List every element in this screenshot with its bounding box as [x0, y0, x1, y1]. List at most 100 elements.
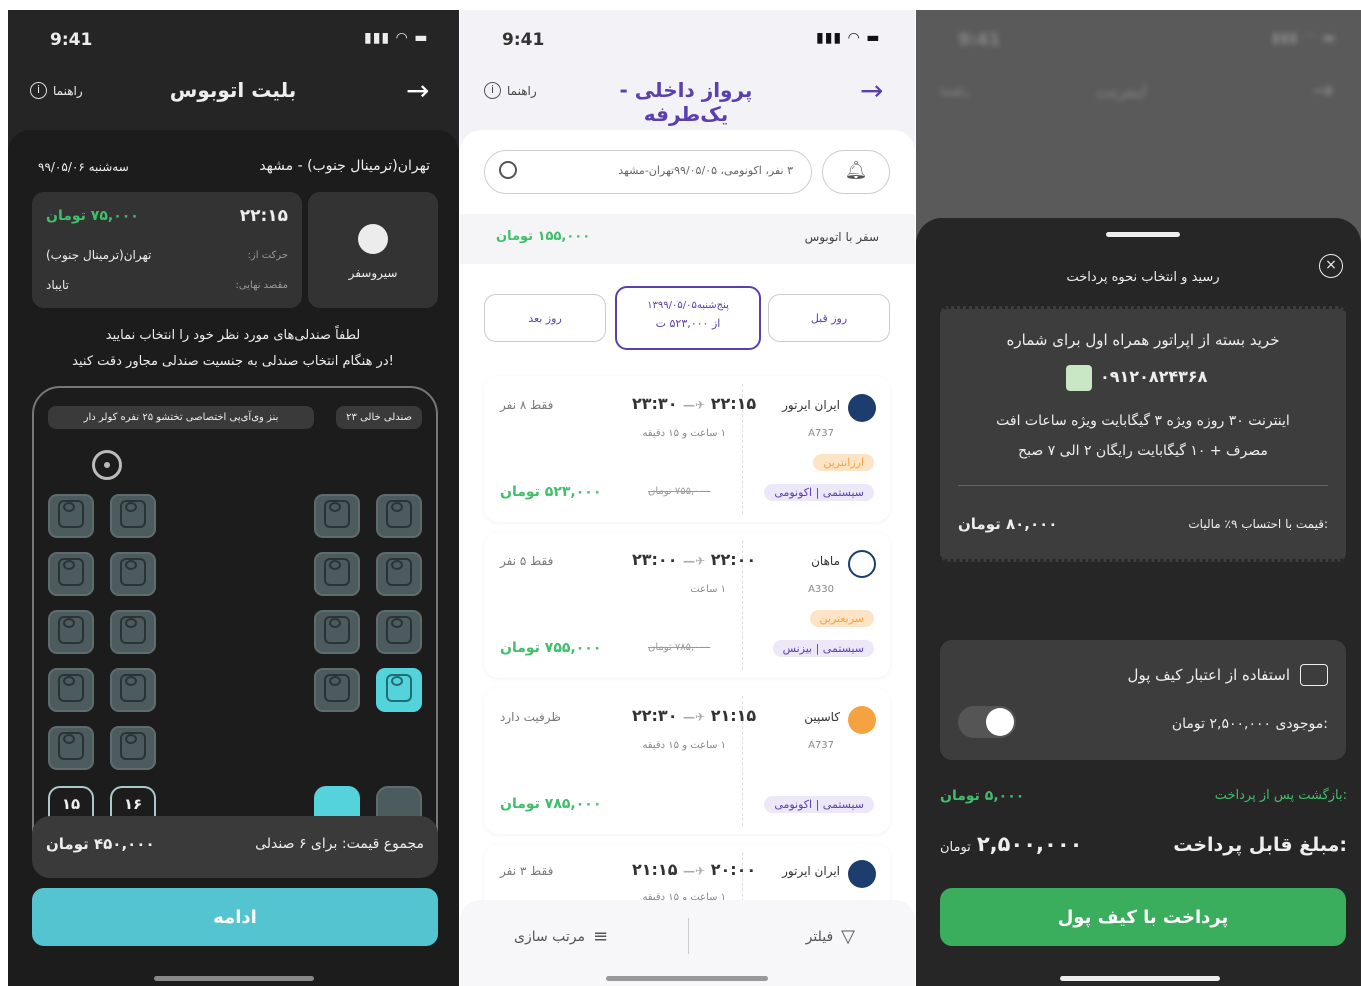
cashback-label: :بازگشت پس از پرداخت	[1214, 788, 1347, 803]
wallet-toggle[interactable]	[958, 706, 1016, 738]
instruction-1: لطفاً صندلی‌های مورد نظر خود را انتخاب ن…	[105, 328, 361, 343]
depart-time: ۲۲:۱۵	[239, 206, 288, 226]
airline-name: کاسپین	[804, 710, 840, 724]
bus-promo[interactable]: سفر با اتوبوس ۱۵۵,۰۰۰ تومان	[460, 214, 915, 264]
seat[interactable]	[314, 494, 360, 538]
operator-logo-icon	[1066, 365, 1092, 391]
seat[interactable]	[376, 494, 422, 538]
from-value: تهران(ترمینال جنوب)	[46, 248, 152, 262]
plane-model: A737	[808, 428, 834, 439]
filter-icon: ▽	[841, 926, 855, 947]
company-logo-icon	[358, 224, 388, 254]
flight-results-screen: 9:41 ▮▮▮ ◠ ▬ i راهنما پرواز داخلی - یک‌ط…	[460, 10, 915, 986]
trip-info-card: ۲۲:۱۵ ۷۵,۰۰۰ تومان حرکت از: تهران(ترمینا…	[32, 192, 302, 308]
flight-price: ۵۲۳,۰۰۰ تومان	[500, 484, 602, 500]
seat[interactable]	[314, 668, 360, 712]
page-title: اینترنت	[1096, 82, 1147, 102]
seat[interactable]	[48, 494, 94, 538]
seat[interactable]	[48, 726, 94, 770]
flight-times: ۲۱:۱۵ —✈ ۲۰:۰۰	[632, 860, 757, 879]
plane-model: A330	[808, 584, 834, 595]
airline-name: ایران ایرتور	[782, 398, 840, 412]
flight-price: ۷۸۵,۰۰۰ تومان	[500, 796, 602, 812]
sort-button[interactable]: ≡ مرتب سازی	[514, 926, 608, 947]
bus-ticket-screen: 9:41 ▮▮▮ ◠ ▬ i راهنما بلیت اتوبوس → تهرا…	[8, 10, 459, 986]
bus-price: ۷۵,۰۰۰ تومان	[46, 208, 139, 224]
seat[interactable]	[110, 726, 156, 770]
tax-label: :قیمت با احتساب ۹٪ مالیات	[1188, 517, 1328, 531]
flight-card[interactable]: ایران ایرتور A737 ارزانترین سیستمی | اکو…	[484, 376, 890, 522]
sheet-handle	[1106, 232, 1180, 237]
instruction-2: !در هنگام انتخاب صندلی به جنسیت صندلی مج…	[72, 354, 394, 369]
continue-button[interactable]: ادامه	[32, 888, 438, 946]
trip-date: سه‌شنبه ۹۹/۰۵/۰۶	[38, 160, 129, 174]
back-arrow-icon[interactable]: →	[860, 74, 883, 107]
seat-selected[interactable]	[314, 786, 360, 820]
status-icons: ▮▮▮ ◠ ▬	[364, 30, 429, 46]
receipt-card: خرید بسته از اپراتور همراه اول برای شمار…	[940, 306, 1346, 562]
home-indicator	[606, 976, 768, 981]
class-badge: سیستمی | بیزنس	[772, 640, 874, 657]
seat[interactable]	[110, 494, 156, 538]
help-link[interactable]: i راهنما	[30, 82, 83, 99]
info-icon: i	[30, 82, 47, 99]
total-label: مجموع قیمت: برای ۶ صندلی	[255, 836, 424, 852]
flight-duration: ۱ ساعت	[690, 584, 726, 595]
search-box[interactable]: ۳ نفر، اکونومی، ۹۹/۰۵/۰۵تهران-مشهد	[484, 150, 812, 194]
payable-label: :مبلغ قابل پرداخت	[1173, 834, 1347, 856]
wallet-icon	[1300, 664, 1328, 686]
seat[interactable]	[314, 610, 360, 654]
class-badge: سیستمی | اکونومی	[764, 484, 874, 501]
seat[interactable]	[110, 552, 156, 596]
seat[interactable]	[376, 552, 422, 596]
seat[interactable]	[376, 610, 422, 654]
plane-icon: —✈	[683, 398, 706, 412]
search-input[interactable]: ۳ نفر، اکونومی، ۹۹/۰۵/۰۵تهران-مشهد	[533, 164, 793, 177]
page-title: بلیت اتوبوس	[169, 78, 297, 102]
filter-button[interactable]: ▽ فیلتر	[806, 926, 855, 947]
company-name: سیروسفر	[348, 266, 398, 280]
cheapest-badge: ارزانترین	[813, 454, 874, 471]
airline-name: ایران ایرتور	[782, 864, 840, 878]
pay-with-wallet-button[interactable]: پرداخت با کیف پول	[940, 888, 1346, 946]
seat-15[interactable]: ۱۵	[48, 786, 94, 820]
seats-left: فقط ۳ نفر	[500, 864, 554, 878]
bottom-bar: ▽ فیلتر ≡ مرتب سازی	[460, 900, 915, 986]
old-price: ۷۸۵,۰۰۰ تومان	[648, 642, 711, 653]
help-link[interactable]: i راهنما	[484, 82, 537, 99]
class-badge: سیستمی | اکونومی	[764, 796, 874, 813]
from-label: حرکت از:	[247, 250, 288, 261]
next-day-button[interactable]: روز بعد	[484, 294, 606, 342]
seat-16[interactable]: ۱۶	[110, 786, 156, 820]
airline-logo-icon	[848, 860, 876, 888]
bus-promo-price: ۱۵۵,۰۰۰ تومان	[496, 229, 591, 244]
seat[interactable]	[48, 610, 94, 654]
wallet-option: استفاده از اعتبار کیف پول	[1128, 664, 1328, 686]
flight-duration: ۱ ساعت و ۱۵ دقیقه	[642, 740, 726, 751]
current-day-button[interactable]: پنج‌شنبه۱۳۹۹/۰۵/۰۵ از ۵۲۳,۰۰۰ ت	[615, 286, 761, 350]
status-time: 9:41	[50, 30, 93, 50]
seat[interactable]	[110, 668, 156, 712]
seat[interactable]	[314, 552, 360, 596]
flight-times: ۲۳:۰۰ —✈ ۲۲:۰۰	[632, 550, 757, 569]
payment-screen: 9:41 ▮▮▮ ◠ ▬ راهنما اینترنت → × رسید و ا…	[916, 10, 1361, 986]
flight-card[interactable]: کاسپین A737 سیستمی | اکونومی ۲۲:۳۰ —✈ ۲۱…	[484, 688, 890, 834]
seat[interactable]	[376, 786, 422, 820]
info-icon: i	[484, 82, 501, 99]
back-arrow-icon[interactable]: →	[406, 74, 429, 107]
previous-day-button[interactable]: روز قبل	[768, 294, 890, 342]
status-icons: ▮▮▮ ◠ ▬	[1272, 30, 1337, 46]
seat-selected[interactable]	[376, 668, 422, 712]
bell-icon[interactable]: 🔔︎	[822, 150, 890, 194]
seat[interactable]	[48, 668, 94, 712]
seat[interactable]	[48, 552, 94, 596]
company-card: سیروسفر	[308, 192, 438, 308]
payable-amount: تومان ۲,۵۰۰,۰۰۰	[940, 832, 1083, 856]
close-icon[interactable]: ×	[1319, 254, 1343, 278]
seat[interactable]	[110, 610, 156, 654]
search-icon	[499, 161, 517, 179]
total-price: ۴۵۰,۰۰۰ تومان	[46, 835, 155, 853]
status-icons: ▮▮▮ ◠ ▬	[816, 30, 881, 46]
airline-logo-icon	[848, 706, 876, 734]
flight-card[interactable]: ماهان A330 سریعترین سیستمی | بیزنس ۲۳:۰۰…	[484, 532, 890, 678]
